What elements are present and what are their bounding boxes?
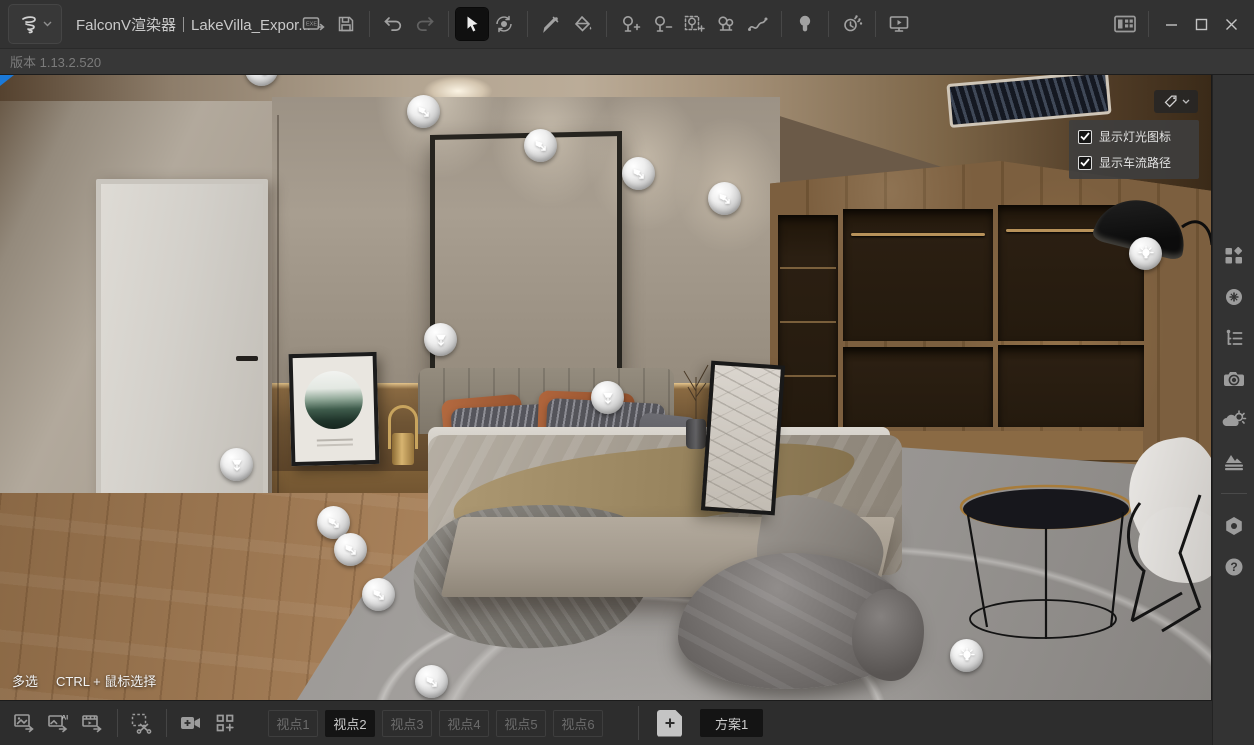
viewpoint-button-6[interactable]: 视点6 [553,710,603,737]
app-window: FalconV渲染器｜LakeVilla_Expor... EXE [0,0,1254,745]
display-option-checkbox[interactable] [1078,130,1092,144]
weather-icon[interactable] [1221,407,1247,433]
crop-capture-button[interactable] [125,706,159,740]
plan-button-group: 方案1 [682,709,763,737]
export-image-button[interactable] [8,706,42,740]
export-exe-icon[interactable]: EXE [298,8,330,40]
render-viewport[interactable]: 显示灯光图标显示车流路径 多选 CTRL + 鼠标选择 [0,75,1212,700]
scene-list-icon[interactable] [1221,325,1247,351]
spotlight-gizmo-icon[interactable] [407,95,440,128]
tag-menu-button[interactable] [1154,90,1198,113]
settings-icon[interactable] [1221,513,1247,539]
viewpoint-button-4[interactable]: 视点4 [439,710,489,737]
viewpoint-button-5[interactable]: 视点5 [496,710,546,737]
close-button[interactable] [1216,9,1246,39]
toolbar-separator [527,11,528,37]
display-option-checkbox[interactable] [1078,156,1092,170]
toolbar-separator [369,11,370,37]
pointlight-gizmo-icon[interactable] [1129,237,1162,270]
status-hint-text: CTRL + 鼠标选择 [56,674,156,689]
version-label: 版本 1.13.2.520 [10,52,101,71]
spotlight-gizmo-icon[interactable] [362,578,395,611]
assets-icon[interactable] [1221,243,1247,269]
workspace: 显示灯光图标显示车流路径 多选 CTRL + 鼠标选择 [0,75,1254,745]
svg-text:EXE: EXE [306,22,317,28]
display-option-label: 显示灯光图标 [1099,128,1171,145]
title-bar: FalconV渲染器｜LakeVilla_Expor... EXE [0,0,1254,48]
bottom-bar: AI [0,700,1212,745]
undo-icon[interactable] [377,8,409,40]
spotlight-gizmo-icon[interactable] [245,75,278,86]
redo-icon[interactable] [409,8,441,40]
status-hint-prefix: 多选 [12,674,38,689]
toolbar-separator [781,11,782,37]
right-sidebar: ? [1212,75,1254,745]
toolbar-separator [606,11,607,37]
display-options-panel: 显示灯光图标显示车流路径 [1069,120,1199,179]
chevron-down-icon [1182,99,1190,104]
terrain-icon[interactable] [1221,448,1247,474]
toolbar-separator [1148,11,1149,37]
add-plant-tool[interactable] [614,8,646,40]
window-title: FalconV渲染器｜LakeVilla_Expor... [76,14,288,35]
toolbar-separator [448,11,449,37]
eyedropper-tool[interactable] [535,8,567,40]
svg-text:AI: AI [62,715,69,722]
viewpoint-button-2[interactable]: 视点2 [325,710,375,737]
spotlight-gizmo-icon[interactable] [334,533,367,566]
downlight-gizmo-icon[interactable] [220,448,253,481]
version-bar: 版本 1.13.2.520 [0,48,1254,75]
light-tool[interactable] [789,8,821,40]
pointlight-gizmo-icon[interactable] [950,639,983,672]
export-video-button[interactable] [76,706,110,740]
orbit-tool[interactable] [488,8,520,40]
spotlight-gizmo-icon[interactable] [708,182,741,215]
downlight-gizmo-icon[interactable] [424,323,457,356]
bottombar-separator [638,706,639,740]
display-option-label: 显示车流路径 [1099,154,1171,171]
svg-text:?: ? [1230,560,1237,574]
bottombar-separator [117,709,118,737]
viewpoint-button-3[interactable]: 视点3 [382,710,432,737]
spotlight-gizmo-icon[interactable] [524,129,557,162]
sun-time-tool[interactable] [836,8,868,40]
save-icon[interactable] [330,8,362,40]
maximize-button[interactable] [1186,9,1216,39]
remove-plant-tool[interactable] [646,8,678,40]
app-menu-button[interactable] [8,4,62,44]
spotlight-gizmo-icon[interactable] [415,665,448,698]
add-plan-button[interactable] [657,710,682,737]
help-icon[interactable]: ? [1221,554,1247,580]
layout-icon[interactable] [1109,8,1141,40]
plan-button-1[interactable]: 方案1 [700,709,763,737]
tag-icon [1163,94,1178,109]
toolbar-separator [828,11,829,37]
add-viewpoint-button[interactable] [174,706,208,740]
light-gizmo-layer [0,75,1211,700]
viewpoint-button-1[interactable]: 视点1 [268,710,318,737]
draw-path-tool[interactable] [742,8,774,40]
spotlight-gizmo-icon[interactable] [622,157,655,190]
sphere-add-icon[interactable] [1221,284,1247,310]
toolbar-separator [875,11,876,37]
viewpoint-button-group: 视点1 视点2 视点3 视点4 视点5 视点6 [268,710,610,737]
camera-icon[interactable] [1221,366,1247,392]
display-option-row[interactable]: 显示灯光图标 [1078,128,1190,145]
presentation-tool[interactable] [883,8,915,40]
bottombar-separator [166,709,167,737]
grid-add-button[interactable] [208,706,242,740]
plant-group-tool[interactable] [710,8,742,40]
status-hint: 多选 CTRL + 鼠标选择 [12,671,156,690]
falconv-logo-icon [18,13,40,35]
select-tool[interactable] [456,8,488,40]
add-plant-area-tool[interactable] [678,8,710,40]
export-ai-image-button[interactable]: AI [42,706,76,740]
minimize-button[interactable] [1156,9,1186,39]
chevron-down-icon [43,21,52,27]
sidebar-separator [1221,493,1247,494]
downlight-gizmo-icon[interactable] [591,381,624,414]
paint-bucket-tool[interactable] [567,8,599,40]
display-option-row[interactable]: 显示车流路径 [1078,154,1190,171]
